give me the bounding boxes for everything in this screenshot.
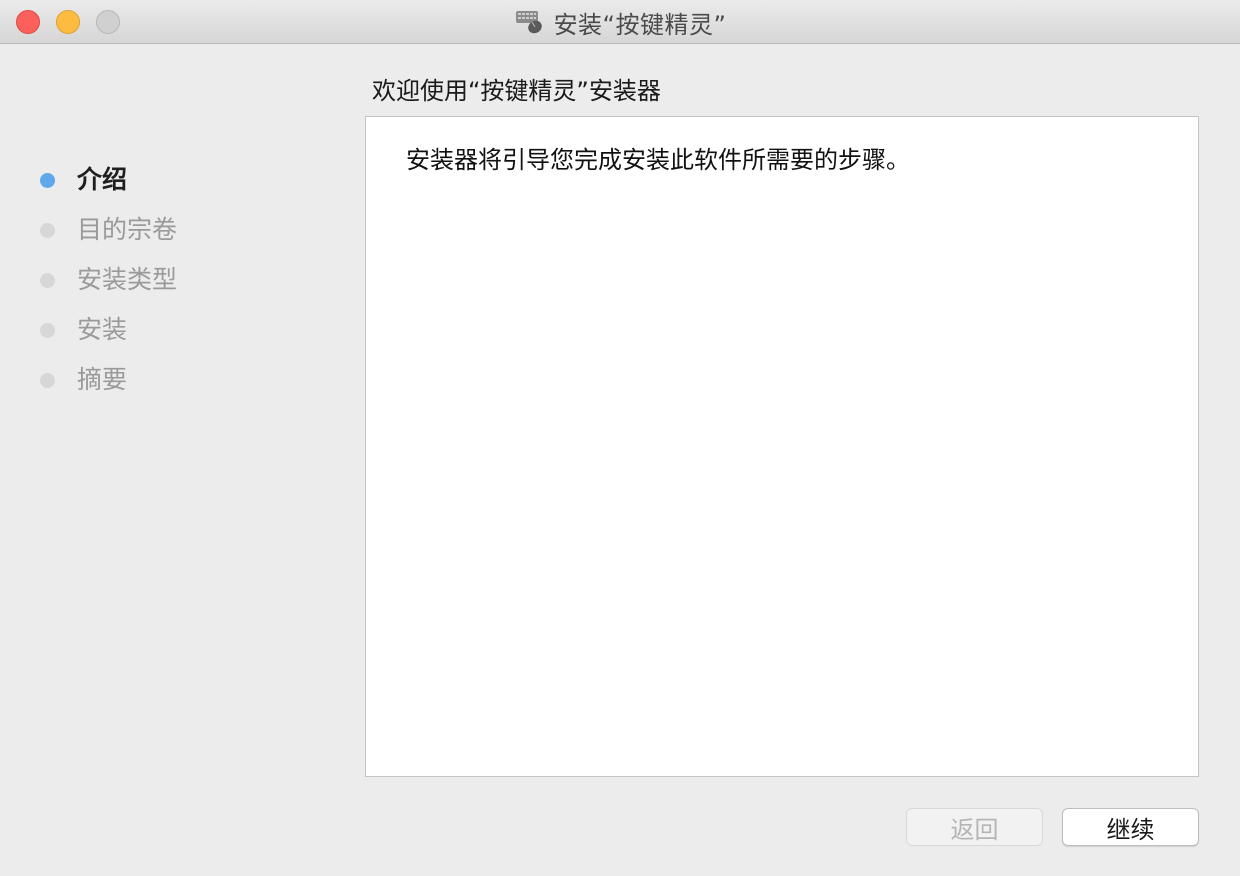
step-label: 摘要 xyxy=(77,365,128,394)
title-bar[interactable]: 安装“按键精灵” xyxy=(0,0,1240,44)
keyboard-mouse-icon xyxy=(515,11,542,34)
step-destination-volume: 目的宗卷 xyxy=(0,205,340,255)
title-wrap: 安装“按键精灵” xyxy=(0,0,1240,44)
continue-button[interactable]: 继续 xyxy=(1062,808,1199,846)
window-title: 安装“按键精灵” xyxy=(553,10,727,39)
step-indicator-dot xyxy=(40,223,55,238)
step-introduction: 介绍 xyxy=(0,155,340,205)
step-label: 介绍 xyxy=(77,165,128,194)
back-button[interactable]: 返回 xyxy=(906,808,1043,846)
page-heading: 欢迎使用“按键精灵”安装器 xyxy=(372,77,661,105)
intro-text: 安装器将引导您完成安装此软件所需要的步骤。 xyxy=(406,146,910,174)
step-label: 目的宗卷 xyxy=(77,215,178,244)
step-indicator-dot xyxy=(40,323,55,338)
step-indicator-dot xyxy=(40,173,55,188)
step-summary: 摘要 xyxy=(0,355,340,405)
step-indicator-dot xyxy=(40,273,55,288)
content-panel: 安装器将引导您完成安装此软件所需要的步骤。 xyxy=(365,116,1199,777)
step-indicator-dot xyxy=(40,373,55,388)
step-label: 安装类型 xyxy=(77,265,178,294)
step-label: 安装 xyxy=(77,315,128,344)
step-install: 安装 xyxy=(0,305,340,355)
installer-steps-sidebar: 介绍 目的宗卷 安装类型 安装 摘要 xyxy=(0,155,340,405)
installer-window: 安装“按键精灵” 介绍 目的宗卷 安装类型 安装 摘要 欢迎使用“按键精灵”安装… xyxy=(0,0,1240,876)
step-installation-type: 安装类型 xyxy=(0,255,340,305)
